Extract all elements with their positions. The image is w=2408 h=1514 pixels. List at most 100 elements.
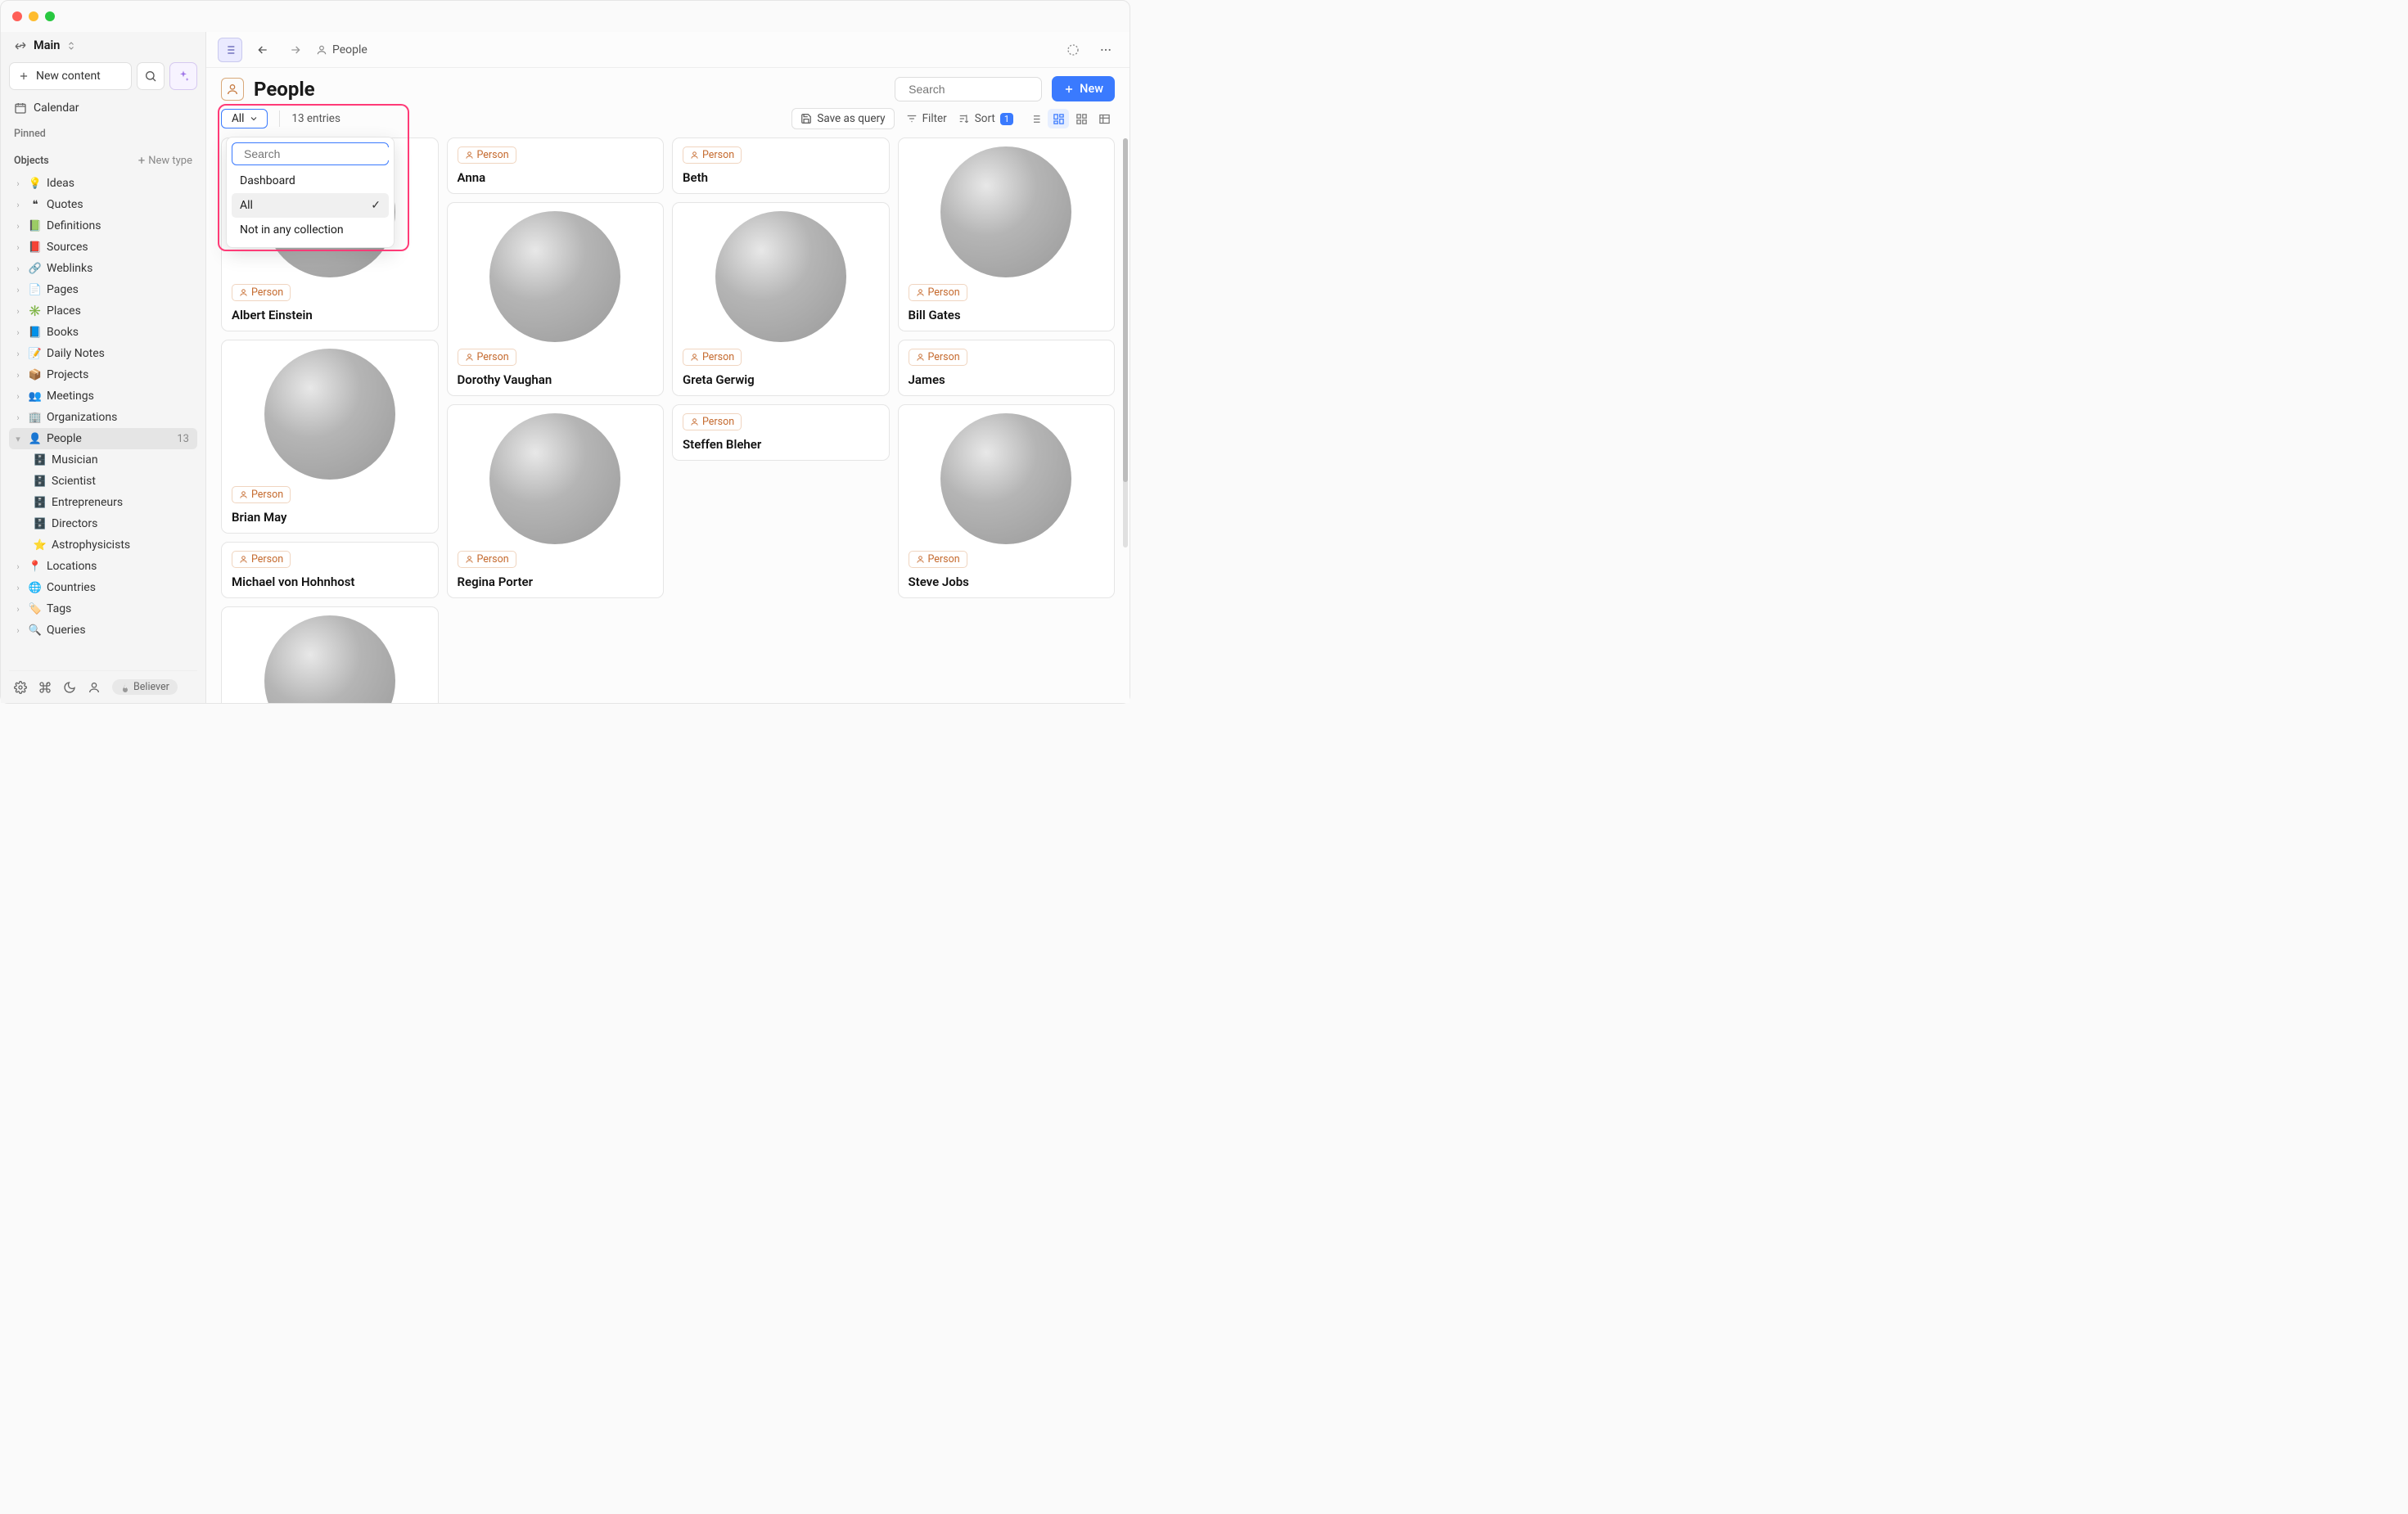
type-badge: Person: [232, 486, 291, 503]
sidebar-collection-musician[interactable]: 🗄️Musician: [9, 449, 197, 471]
person-card[interactable]: PersonBeth: [672, 137, 890, 194]
badge-label: Person: [251, 553, 283, 565]
chevron-icon: ›: [12, 327, 24, 338]
sort-button[interactable]: Sort 1: [958, 112, 1013, 125]
space-switcher[interactable]: Main: [9, 35, 197, 56]
view-cards-button[interactable]: [1048, 109, 1069, 128]
scrollbar-thumb[interactable]: [1123, 138, 1128, 482]
chevron-icon: ›: [12, 625, 24, 636]
sidebar-type-people[interactable]: ▾👤People13: [9, 428, 197, 449]
sidebar-collection-astrophysicists[interactable]: ⭐Astrophysicists: [9, 534, 197, 556]
person-card[interactable]: PersonBill Gates: [898, 137, 1116, 331]
plan-badge[interactable]: Believer: [112, 679, 178, 695]
nav-forward-button[interactable]: [283, 38, 308, 62]
type-label: Definitions: [47, 219, 101, 232]
sidebar-type-weblinks[interactable]: ›🔗Weblinks: [9, 258, 197, 279]
sidebar-ai-button[interactable]: [169, 62, 197, 90]
sidebar-type-pages[interactable]: ›📄Pages: [9, 279, 197, 300]
collection-filter-chip[interactable]: All: [221, 109, 268, 128]
sidebar-type-daily-notes[interactable]: ›📝Daily Notes: [9, 343, 197, 364]
card-column: PersonBill Gates PersonJames PersonSteve J…: [898, 137, 1116, 703]
person-card[interactable]: Person: [221, 606, 439, 703]
breadcrumb[interactable]: People: [316, 43, 368, 56]
dropdown-item-all[interactable]: All✓: [232, 193, 389, 218]
toggle-sidebar-list-button[interactable]: [218, 38, 242, 62]
sidebar-type-tags[interactable]: ›🏷️Tags: [9, 598, 197, 620]
arrow-left-icon: [256, 43, 269, 56]
sidebar-type-books[interactable]: ›📘Books: [9, 322, 197, 343]
theme-toggle-button[interactable]: [63, 681, 76, 694]
chevron-icon: ›: [12, 561, 24, 572]
scrollbar[interactable]: [1123, 138, 1128, 547]
badge-label: Person: [477, 553, 509, 565]
new-type-button[interactable]: + New type: [138, 153, 192, 168]
badge-label: Person: [251, 489, 283, 501]
minimize-window-button[interactable]: [29, 11, 38, 21]
card-title: James: [909, 372, 1105, 387]
person-card[interactable]: PersonBrian May: [221, 340, 439, 534]
type-icon: 👥: [29, 390, 42, 403]
person-icon: [226, 83, 239, 96]
page-search-input[interactable]: [909, 83, 1057, 96]
settings-button[interactable]: [14, 681, 27, 694]
sidebar-type-locations[interactable]: ›📍Locations: [9, 556, 197, 577]
divider: [279, 110, 280, 127]
new-content-button[interactable]: New content: [9, 62, 132, 90]
dropdown-search-input[interactable]: [244, 147, 392, 160]
person-card[interactable]: PersonMichael von Hohnhost: [221, 542, 439, 598]
person-icon: [690, 151, 699, 160]
dropdown-item-dashboard[interactable]: Dashboard: [232, 169, 389, 193]
sidebar-collection-entrepreneurs[interactable]: 🗄️Entrepreneurs: [9, 492, 197, 513]
sidebar-type-organizations[interactable]: ›🏢Organizations: [9, 407, 197, 428]
person-card[interactable]: PersonDorothy Vaughan: [447, 202, 665, 396]
avatar-image: [264, 615, 395, 703]
chevron-icon: ›: [12, 391, 24, 402]
dropdown-search-field[interactable]: [232, 142, 389, 165]
sidebar-type-places[interactable]: ›✳️Places: [9, 300, 197, 322]
filter-button[interactable]: Filter: [906, 112, 947, 125]
sidebar-type-queries[interactable]: ›🔍Queries: [9, 620, 197, 641]
more-horizontal-icon: [1099, 43, 1112, 56]
view-table-button[interactable]: [1094, 109, 1115, 128]
keyboard-shortcuts-button[interactable]: [38, 681, 52, 694]
nav-back-button[interactable]: [250, 38, 275, 62]
collection-label: Directors: [52, 517, 97, 530]
sync-button[interactable]: [1061, 38, 1085, 62]
type-icon: 📝: [29, 347, 42, 360]
type-badge: Person: [232, 551, 291, 568]
close-window-button[interactable]: [12, 11, 22, 21]
type-icon: 👤: [29, 432, 42, 445]
sidebar-type-ideas[interactable]: ›💡Ideas: [9, 173, 197, 194]
person-card[interactable]: PersonJames: [898, 340, 1116, 396]
view-grid-button[interactable]: [1071, 109, 1092, 128]
person-card[interactable]: PersonSteffen Bleher: [672, 404, 890, 461]
command-icon: [38, 681, 52, 694]
calendar-nav-item[interactable]: Calendar: [9, 97, 197, 119]
account-button[interactable]: [88, 681, 101, 694]
type-icon: ❝: [29, 198, 42, 211]
sidebar-search-button[interactable]: [137, 62, 165, 90]
dropdown-item-not-in-any-collection[interactable]: Not in any collection: [232, 218, 389, 242]
type-badge: Person: [683, 146, 742, 164]
view-list-button[interactable]: [1025, 109, 1046, 128]
save-as-query-button[interactable]: Save as query: [791, 108, 894, 129]
more-menu-button[interactable]: [1094, 38, 1118, 62]
sidebar-type-meetings[interactable]: ›👥Meetings: [9, 385, 197, 407]
calendar-icon: [14, 101, 27, 115]
page-search-field[interactable]: [895, 77, 1042, 101]
sidebar-type-projects[interactable]: ›📦Projects: [9, 364, 197, 385]
sidebar-collection-scientist[interactable]: 🗄️Scientist: [9, 471, 197, 492]
fullscreen-window-button[interactable]: [45, 11, 55, 21]
sidebar-type-sources[interactable]: ›📕Sources: [9, 237, 197, 258]
person-card[interactable]: PersonSteve Jobs: [898, 404, 1116, 598]
sidebar-type-countries[interactable]: ›🌐Countries: [9, 577, 197, 598]
list-icon: [1030, 113, 1042, 125]
person-card[interactable]: PersonGreta Gerwig: [672, 202, 890, 396]
new-entry-button[interactable]: New: [1052, 76, 1115, 101]
person-card[interactable]: PersonRegina Porter: [447, 404, 665, 598]
sidebar-collection-directors[interactable]: 🗄️Directors: [9, 513, 197, 534]
sidebar-type-quotes[interactable]: ›❝Quotes: [9, 194, 197, 215]
chevron-icon: ›: [12, 306, 24, 317]
person-card[interactable]: PersonAnna: [447, 137, 665, 194]
sidebar-type-definitions[interactable]: ›📗Definitions: [9, 215, 197, 237]
